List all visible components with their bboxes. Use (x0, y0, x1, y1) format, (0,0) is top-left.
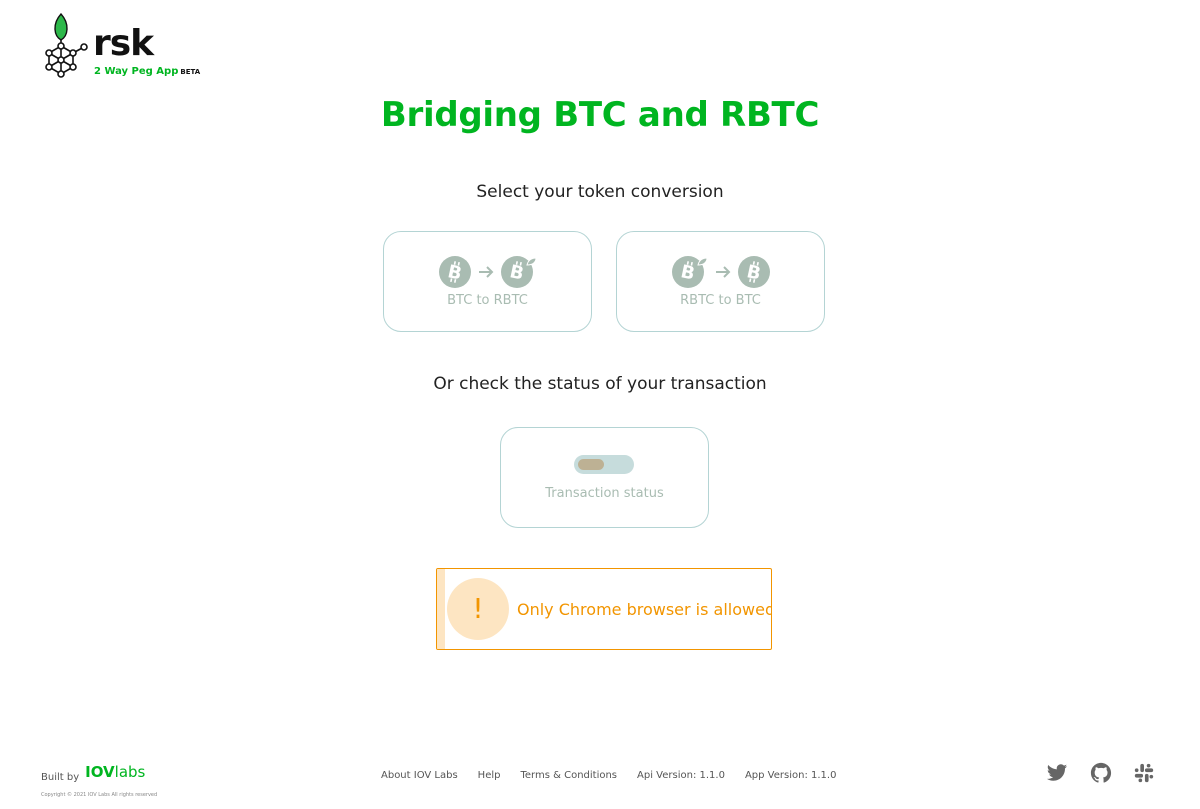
rbtc-to-btc-button[interactable]: B B RBTC to BTC (616, 231, 825, 332)
rbtc-icon: B (671, 256, 708, 288)
iovlabs-logo-bold: IOV (85, 763, 115, 781)
alert-stripe (437, 569, 445, 649)
btc-to-rbtc-label: BTC to RBTC (447, 293, 528, 308)
iovlabs-logo-rest: labs (114, 763, 146, 781)
conversion-icons: B B (617, 256, 824, 288)
exclamation-icon: ! (447, 578, 509, 640)
status-toggle-knob (578, 459, 604, 470)
github-icon[interactable] (1090, 762, 1112, 784)
built-by: Built by IOVlabs (41, 765, 145, 784)
btc-to-rbtc-button[interactable]: B B BTC to RBTC (383, 231, 592, 332)
rsk-logo[interactable]: rsk 2 Way Peg App BETA (42, 12, 202, 78)
logo-wordmark: rsk (93, 23, 154, 64)
page-title: Bridging BTC and RBTC (380, 95, 820, 135)
logo-subtitle-text: 2 Way Peg App (94, 66, 179, 77)
status-toggle-icon (574, 455, 634, 474)
built-by-label: Built by (41, 772, 80, 783)
bitcoin-icon: B (737, 256, 770, 288)
alert-message: Only Chrome browser is allowed (517, 600, 772, 619)
terms-link[interactable]: Terms & Conditions (520, 770, 617, 781)
rsk-tree-logo-icon (45, 12, 88, 78)
iovlabs-logo[interactable]: IOVlabs (85, 765, 145, 780)
select-conversion-prompt: Select your token conversion (476, 182, 724, 202)
status-prompt: Or check the status of your transaction (433, 374, 767, 394)
copyright: Copyright © 2021 IOV Labs All rights res… (41, 792, 158, 798)
app-version: App Version: 1.1.0 (744, 770, 837, 781)
logo-subtitle: 2 Way Peg App BETA (94, 66, 200, 78)
rbtc-icon: B (500, 256, 537, 288)
arrow-right-icon (478, 266, 493, 278)
rbtc-to-btc-label: RBTC to BTC (680, 293, 761, 308)
transaction-status-label: Transaction status (545, 486, 664, 501)
slack-icon[interactable] (1133, 762, 1155, 784)
arrow-right-icon (715, 266, 730, 278)
bitcoin-icon: B (438, 256, 471, 288)
twitter-icon[interactable] (1046, 762, 1068, 784)
transaction-status-button[interactable]: Transaction status (500, 427, 709, 528)
footer-links: About IOV Labs Help Terms & Conditions A… (381, 770, 836, 781)
conversion-icons: B B (384, 256, 591, 288)
help-link[interactable]: Help (478, 770, 501, 781)
browser-warning-alert: ! Only Chrome browser is allowed (436, 568, 772, 650)
about-iov-labs-link[interactable]: About IOV Labs (381, 770, 458, 781)
beta-badge: BETA (180, 68, 201, 76)
api-version: Api Version: 1.1.0 (637, 770, 725, 781)
